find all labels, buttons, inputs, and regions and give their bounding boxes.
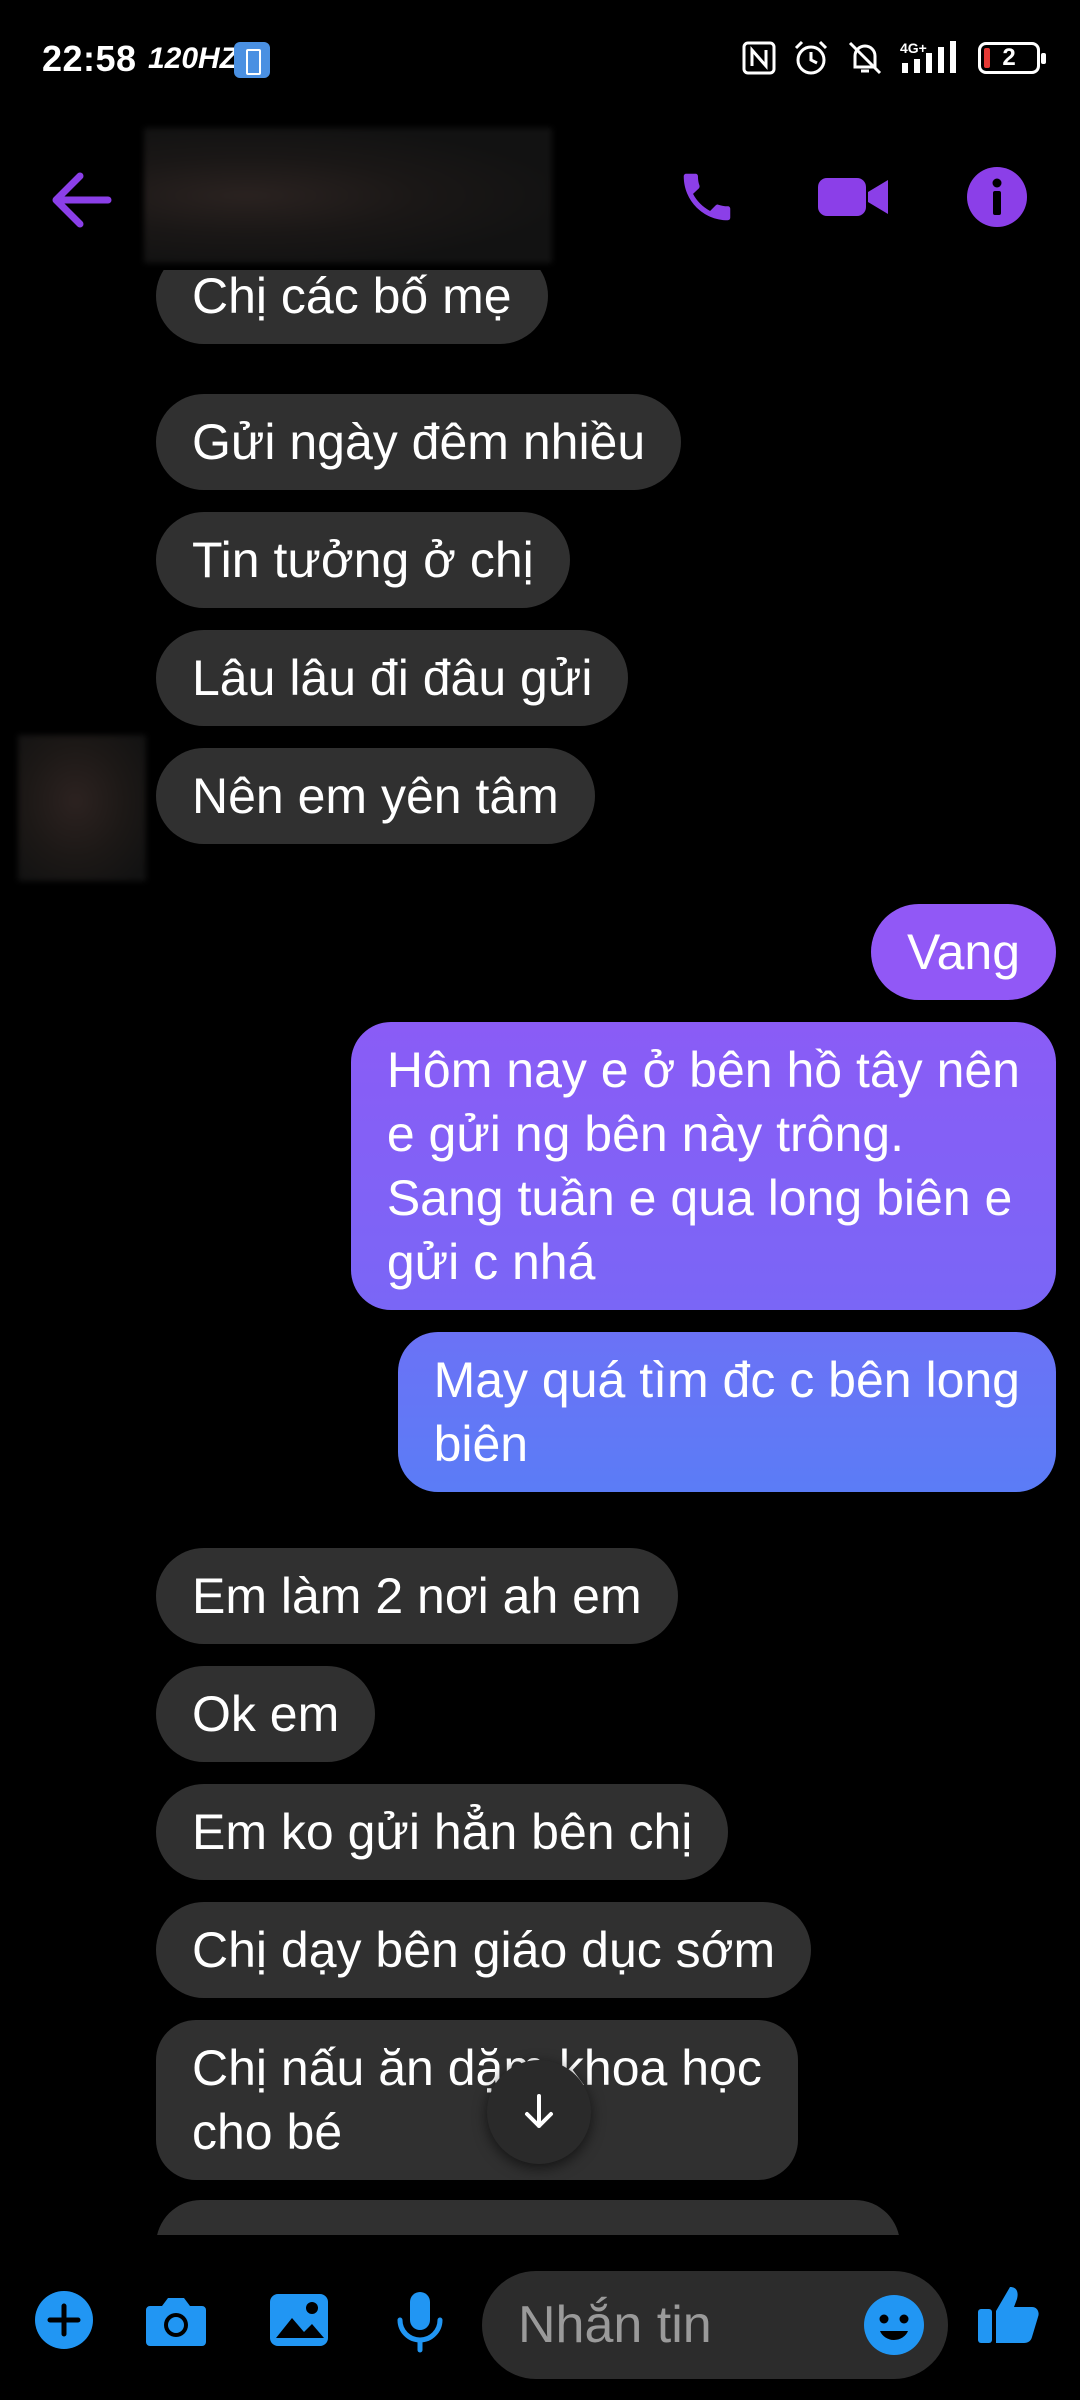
composer-bar: Nhắn tin: [0, 2235, 1080, 2400]
arrow-down-icon: [525, 2094, 553, 2128]
contact-avatar[interactable]: [18, 735, 146, 881]
outgoing-message[interactable]: Hôm nay e ở bên hồ tây nên e gửi ng bên …: [350, 1022, 1056, 1310]
alarm-icon: [794, 40, 828, 75]
camera-icon[interactable]: [144, 2290, 208, 2350]
battery-level: 2: [1002, 44, 1016, 71]
contact-name[interactable]: [144, 128, 552, 263]
microphone-icon[interactable]: [394, 2290, 446, 2354]
incoming-message[interactable]: Em ko gửi hẳn bên chị: [156, 1784, 729, 1880]
4g-signal-icon: 4G+: [900, 40, 956, 73]
message-input[interactable]: Nhắn tin: [482, 2271, 948, 2379]
info-icon[interactable]: [966, 166, 1028, 228]
outgoing-message[interactable]: May quá tìm đc c bên long biên: [397, 1332, 1056, 1492]
incoming-message[interactable]: Em làm 2 nơi ah em: [156, 1548, 678, 1644]
incoming-message-partial[interactable]: [156, 2200, 900, 2235]
phone-icon[interactable]: [676, 166, 738, 228]
incoming-message[interactable]: Lâu lâu đi đâu gửi: [156, 630, 629, 726]
message-input-placeholder: Nhắn tin: [518, 2296, 712, 2354]
incoming-message[interactable]: Tin tưởng ở chị: [156, 512, 570, 608]
status-bar: 22:58 120HZ 4G+ 2: [0, 0, 1080, 120]
incoming-message[interactable]: Chị dạy bên giáo dục sớm: [156, 1902, 812, 1998]
plus-icon[interactable]: [34, 2290, 94, 2350]
incoming-message[interactable]: Chị nấu ăn dặm khoa học cho bé: [156, 2020, 798, 2180]
video-camera-icon[interactable]: [816, 166, 890, 228]
back-arrow-icon[interactable]: [46, 170, 116, 230]
incoming-message[interactable]: Gửi ngày đêm nhiều: [156, 394, 682, 490]
nfc-icon: [742, 41, 776, 75]
thumbs-up-icon[interactable]: [976, 2281, 1042, 2347]
sim-card-icon: [234, 42, 270, 78]
gallery-icon[interactable]: [268, 2290, 330, 2350]
status-time: 22:58: [42, 38, 137, 79]
incoming-message[interactable]: Nên em yên tâm: [156, 748, 595, 844]
message-list[interactable]: Chị các bố mẹ Gửi ngày đêm nhiều Tin tưở…: [0, 270, 1080, 2235]
battery-icon: 2: [978, 42, 1046, 74]
scroll-to-bottom-button[interactable]: [487, 2060, 591, 2164]
mute-icon: [848, 41, 882, 75]
emoji-icon[interactable]: [862, 2293, 926, 2357]
chat-header: [0, 120, 1080, 270]
incoming-message[interactable]: Ok em: [156, 1666, 376, 1762]
svg-text:4G+: 4G+: [900, 40, 927, 56]
refresh-rate-label: 120HZ: [148, 42, 239, 75]
outgoing-message[interactable]: Vang: [870, 904, 1056, 1000]
incoming-message[interactable]: Chị các bố mẹ: [156, 270, 548, 344]
